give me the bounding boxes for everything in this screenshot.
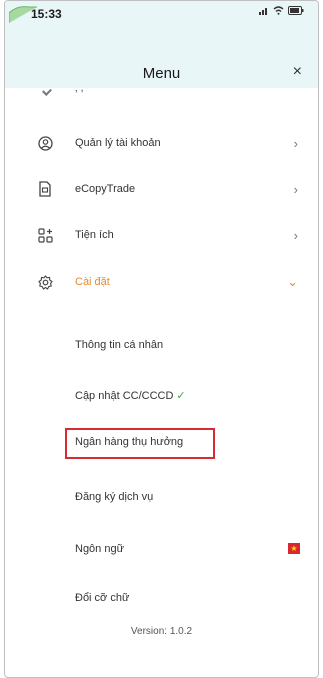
top-bar: 15:33 Menu ×: [5, 1, 318, 88]
settings-item-label: Cập nhật CC/CCCD: [75, 390, 174, 402]
menu-item-account-management[interactable]: Quản lý tài khoản ›: [5, 131, 318, 155]
check-icon: ✓: [176, 390, 186, 402]
status-time: 15:33: [31, 7, 62, 21]
app-frame: 15:33 Menu × ‚ , Quản lý tài khoản › eCo…: [4, 0, 319, 678]
settings-item-update-id[interactable]: Cập nhật CC/CCCD ✓: [75, 389, 186, 402]
chevron-right-icon: ›: [293, 227, 298, 243]
document-icon: [37, 181, 53, 197]
close-button[interactable]: ×: [293, 63, 302, 81]
settings-icon: [37, 274, 53, 290]
menu-item-settings[interactable]: Cài đặt ⌄: [5, 270, 318, 294]
menu-item-ecopytrade[interactable]: eCopyTrade ›: [5, 177, 318, 201]
settings-item-beneficiary-bank[interactable]: Ngân hàng thụ hưởng: [75, 436, 183, 448]
settings-item-personal-info[interactable]: Thông tin cá nhân: [75, 339, 163, 351]
partially-hidden-menu-item[interactable]: ‚ ,: [5, 88, 318, 104]
settings-item-language[interactable]: Ngôn ngữ: [75, 543, 124, 555]
grid-plus-icon: [37, 227, 53, 243]
menu-item-label: Tiện ích: [75, 229, 114, 241]
menu-item-label: Quản lý tài khoản: [75, 137, 161, 149]
settings-item-service-registration[interactable]: Đăng ký dịch vụ: [75, 491, 153, 503]
chevron-down-icon: ⌄: [287, 274, 298, 289]
battery-icon: [288, 6, 304, 15]
user-circle-icon: [37, 135, 53, 151]
status-icons: [259, 6, 304, 15]
menu-item-label: Cài đặt: [75, 276, 110, 288]
app-version: Version: 1.0.2: [130, 626, 193, 637]
chevron-right-icon: ›: [293, 135, 298, 151]
menu-item-utilities[interactable]: Tiện ích ›: [5, 223, 318, 247]
wifi-icon: [273, 6, 284, 15]
settings-item-font-size[interactable]: Đổi cỡ chữ: [75, 592, 129, 604]
signal-icon: [259, 8, 267, 15]
menu-item-label: eCopyTrade: [75, 183, 136, 195]
chevron-right-icon: ›: [293, 181, 298, 197]
vietnam-flag-icon[interactable]: ★: [288, 543, 300, 554]
chevron-fragment-icon: [42, 88, 52, 96]
menu-title: Menu: [142, 65, 181, 82]
hidden-item-fragment: ‚ ,: [75, 88, 84, 94]
